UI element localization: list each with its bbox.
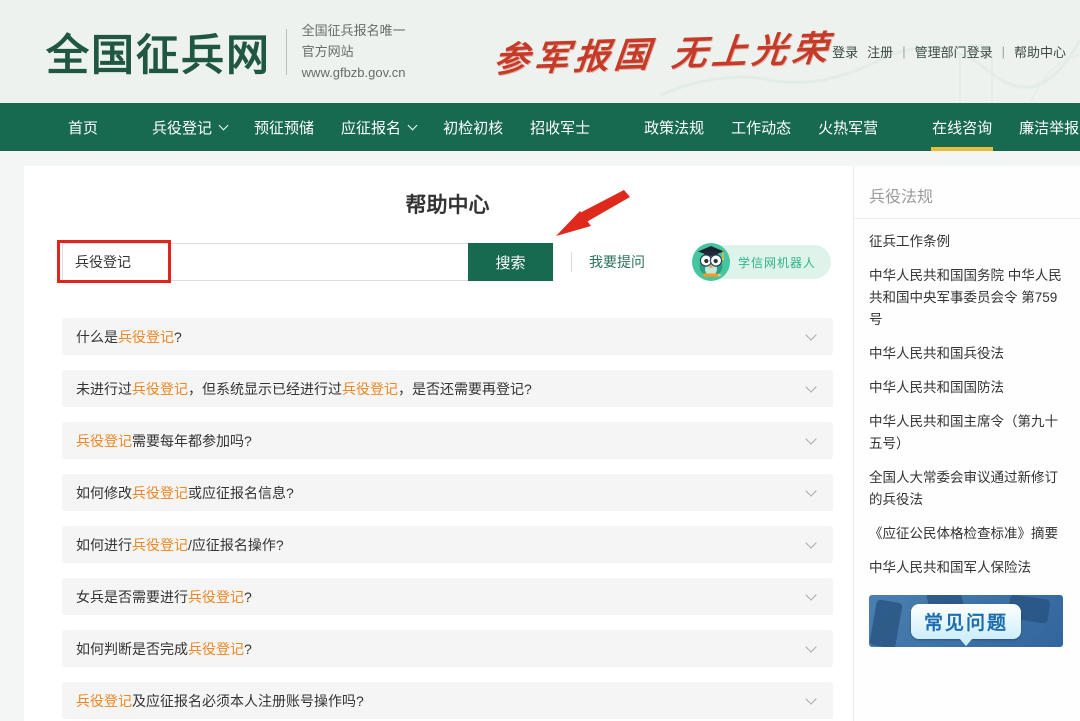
chevron-down-icon xyxy=(805,537,816,548)
faq-question-text: 如何进行兵役登记/应征报名操作? xyxy=(76,535,284,555)
nav-item-label: 招收军士 xyxy=(530,117,590,138)
search-row: 搜索 我要提问 xyxy=(62,243,833,281)
logo-divider xyxy=(286,29,287,75)
faq-row-4[interactable]: 如何进行兵役登记/应征报名操作? xyxy=(62,526,833,563)
nav-item-label: 兵役登记 xyxy=(152,117,212,138)
faq-row-6[interactable]: 如何判断是否完成兵役登记? xyxy=(62,630,833,667)
sidebar-link-1[interactable]: 中华人民共和国国务院 中华人民共和国中央军事委员会令 第759号 xyxy=(869,265,1064,331)
nav-item-label: 应征报名 xyxy=(341,117,401,138)
faq-row-1[interactable]: 未进行过兵役登记，但系统显示已经进行过兵役登记，是否还需要再登记? xyxy=(62,370,833,407)
ask-separator xyxy=(571,252,572,272)
tagline-line2: www.gfbzb.gov.cn xyxy=(302,62,407,83)
faq-highlight: 兵役登记 xyxy=(132,381,188,397)
top-link[interactable]: 帮助中心 xyxy=(1014,42,1066,61)
chevron-down-icon xyxy=(219,120,229,130)
owl-robot-icon xyxy=(691,242,731,282)
faq-question-text: 兵役登记需要每年都参加吗? xyxy=(76,431,252,451)
chevron-down-icon xyxy=(805,693,816,704)
chevron-down-icon xyxy=(805,381,816,392)
faq-highlight: 兵役登记 xyxy=(188,641,244,657)
faq-row-3[interactable]: 如何修改兵役登记或应征报名信息? xyxy=(62,474,833,511)
main-nav: 首页 兵役登记 预征预储 应征报名 初检初核 招收军士 政策法规 工作动态 火热军营 在线咨询 廉洁… xyxy=(0,103,1080,151)
faq-row-7[interactable]: 兵役登记及应征报名必须本人注册账号操作吗? xyxy=(62,682,833,719)
nav-item-label: 廉洁举报 xyxy=(1019,117,1079,138)
chevron-down-icon xyxy=(805,589,816,600)
tagline-line1: 全国征兵报名唯一官方网站 xyxy=(302,20,407,62)
help-center-main: 帮助中心 搜索 我要提问 xyxy=(24,166,853,721)
nav-item-7[interactable]: 工作动态 xyxy=(731,103,791,151)
search-input[interactable] xyxy=(62,243,468,281)
faq-highlight: 兵役登记 xyxy=(118,329,174,345)
nav-item-label: 首页 xyxy=(68,117,98,138)
regulations-sidebar: 兵役法规 征兵工作条例中华人民共和国国务院 中华人民共和国中央军事委员会令 第7… xyxy=(853,166,1080,721)
chevron-down-icon xyxy=(805,641,816,652)
top-link[interactable]: 管理部门登录 xyxy=(915,42,993,61)
nav-item-1[interactable]: 兵役登记 xyxy=(152,103,227,151)
chevron-down-icon xyxy=(805,485,816,496)
sidebar-link-0[interactable]: 征兵工作条例 xyxy=(869,231,1064,253)
nav-item-0[interactable]: 首页 xyxy=(68,103,98,151)
nav-item-label: 工作动态 xyxy=(731,117,791,138)
nav-item-label: 在线咨询 xyxy=(932,117,992,138)
nav-item-label: 火热军营 xyxy=(818,117,878,138)
faq-highlight: 兵役登记 xyxy=(132,485,188,501)
content-area: 帮助中心 搜索 我要提问 xyxy=(24,166,1080,721)
sidebar-link-4[interactable]: 中华人民共和国主席令（第九十五号） xyxy=(869,411,1064,455)
faq-highlight: 兵役登记 xyxy=(342,381,398,397)
sidebar-head: 兵役法规 xyxy=(854,166,1080,219)
faq-highlight: 兵役登记 xyxy=(76,433,132,449)
faq-question-text: 如何判断是否完成兵役登记? xyxy=(76,639,252,659)
faq-row-2[interactable]: 兵役登记需要每年都参加吗? xyxy=(62,422,833,459)
top-link-separator: | xyxy=(1002,44,1005,59)
sidebar-title: 兵役法规 xyxy=(869,189,933,206)
ask-question-link[interactable]: 我要提问 xyxy=(589,252,645,272)
sidebar-link-3[interactable]: 中华人民共和国国防法 xyxy=(869,377,1064,399)
faq-question-text: 如何修改兵役登记或应征报名信息? xyxy=(76,483,294,503)
faq-question-text: 兵役登记及应征报名必须本人注册账号操作吗? xyxy=(76,691,364,711)
faq-banner-bubble: 常见问题 xyxy=(911,604,1021,639)
nav-item-8[interactable]: 火热军营 xyxy=(818,103,878,151)
top-link[interactable]: 登录 xyxy=(832,42,858,61)
faq-banner[interactable]: 常见问题 xyxy=(869,595,1063,647)
nav-item-6[interactable]: 政策法规 xyxy=(644,103,704,151)
nav-item-label: 政策法规 xyxy=(644,117,704,138)
faq-highlight: 兵役登记 xyxy=(76,693,132,709)
faq-question-text: 女兵是否需要进行兵役登记? xyxy=(76,587,252,607)
top-link-separator: | xyxy=(902,44,905,59)
faq-highlight: 兵役登记 xyxy=(132,537,188,553)
faq-list: 什么是兵役登记? 未进行过兵役登记，但系统显示已经进行过兵役登记，是否还需要再登记… xyxy=(62,318,833,719)
slogan-calligraphy: 参军报国 无上光荣 xyxy=(492,20,836,83)
nav-item-label: 预征预储 xyxy=(254,117,314,138)
sidebar-link-5[interactable]: 全国人大常委会审议通过新修订的兵役法 xyxy=(869,467,1064,511)
sidebar-link-7[interactable]: 中华人民共和国军人保险法 xyxy=(869,557,1064,579)
nav-item-5[interactable]: 招收军士 xyxy=(530,103,590,151)
site-header: 全国征兵网 全国征兵报名唯一官方网站 www.gfbzb.gov.cn 参军报国… xyxy=(0,0,1080,103)
chevron-down-icon xyxy=(805,433,816,444)
chevron-down-icon xyxy=(805,329,816,340)
sidebar-link-6[interactable]: 《应征公民体格检查标准》摘要 xyxy=(869,523,1064,545)
nav-item-2[interactable]: 预征预储 xyxy=(254,103,314,151)
search-button[interactable]: 搜索 xyxy=(468,243,553,281)
nav-item-9[interactable]: 在线咨询 xyxy=(932,103,992,151)
nav-item-10[interactable]: 廉洁举报 xyxy=(1019,103,1079,151)
banner-silhouette xyxy=(869,599,903,647)
nav-item-label: 初检初核 xyxy=(443,117,503,138)
faq-question-text: 什么是兵役登记? xyxy=(76,327,182,347)
faq-row-5[interactable]: 女兵是否需要进行兵役登记? xyxy=(62,578,833,615)
sidebar-link-2[interactable]: 中华人民共和国兵役法 xyxy=(869,343,1064,365)
page-title: 帮助中心 xyxy=(62,192,833,220)
top-links: 登录注册 | 管理部门登录 | 帮助中心 xyxy=(832,42,1066,61)
faq-row-0[interactable]: 什么是兵役登记? xyxy=(62,318,833,355)
faq-highlight: 兵役登记 xyxy=(188,589,244,605)
robot-assistant-label: 学信网机器人 xyxy=(738,254,816,271)
site-logo[interactable]: 全国征兵网 xyxy=(46,21,271,83)
faq-question-text: 未进行过兵役登记，但系统显示已经进行过兵役登记，是否还需要再登记? xyxy=(76,379,532,399)
chevron-down-icon xyxy=(408,120,418,130)
nav-item-3[interactable]: 应征报名 xyxy=(341,103,416,151)
nav-item-4[interactable]: 初检初核 xyxy=(443,103,503,151)
sidebar-links: 征兵工作条例中华人民共和国国务院 中华人民共和国中央军事委员会令 第759号中华… xyxy=(869,231,1064,579)
top-link[interactable]: 注册 xyxy=(867,42,893,61)
robot-assistant-badge[interactable]: 学信网机器人 xyxy=(693,245,831,279)
site-tagline: 全国征兵报名唯一官方网站 www.gfbzb.gov.cn xyxy=(302,20,407,83)
